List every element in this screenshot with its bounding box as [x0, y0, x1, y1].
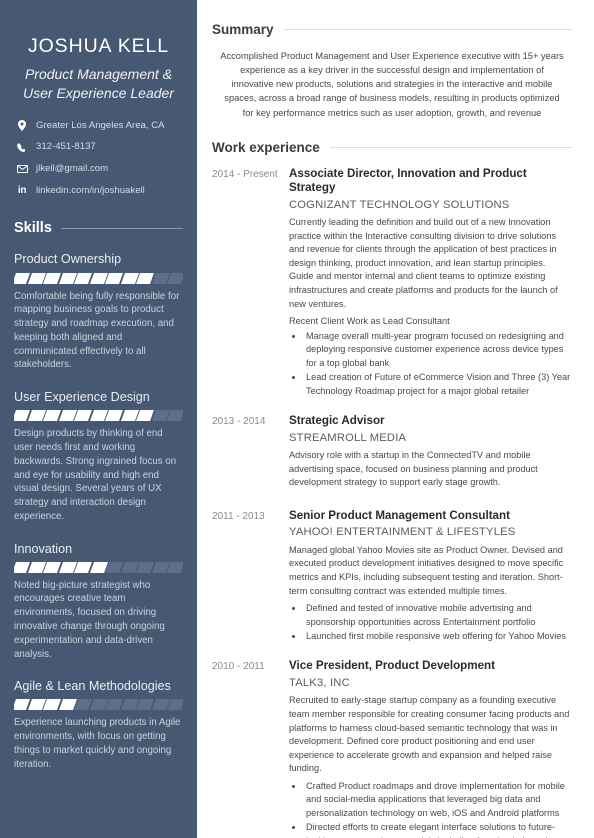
contact-linkedin[interactable]: in linkedin.com/in/joshuakell	[14, 185, 183, 196]
contact-email[interactable]: jlkell@gmail.com	[14, 162, 183, 175]
contact-list: Greater Los Angeles Area, CA 312-451-813…	[14, 120, 183, 196]
job-bullet: Defined and tested of innovative mobile …	[304, 602, 572, 629]
skill-description: Comfortable being fully responsible for …	[14, 290, 180, 371]
skill-level-bar	[14, 410, 183, 422]
job-company: COGNIZANT TECHNOLOGY SOLUTIONS	[289, 198, 510, 211]
work-experience-heading-rule	[329, 146, 572, 148]
candidate-name: JOSHUA KELL	[27, 35, 170, 57]
work-experience-item: 2010 - 2011 Vice President, Product Devel…	[212, 659, 572, 838]
skill-description: Design products by thinking of end user …	[14, 428, 177, 522]
job-body: Strategic Advisor STREAMROLL MEDIA Advisor…	[280, 414, 572, 494]
skill-segment-filled	[43, 410, 61, 422]
summary-heading-rule	[283, 29, 572, 30]
main-content: Summary Accomplished Product Management …	[197, 0, 594, 838]
skill-segment-filled	[74, 561, 92, 573]
contact-phone[interactable]: 312-451-8137	[14, 142, 183, 153]
work-experience-item: 2013 - 2014 Strategic Advisor STREAMROLL M…	[212, 414, 572, 494]
summary-heading: Summary	[212, 22, 572, 37]
job-company: STREAMROLL MEDIA	[289, 431, 407, 444]
skills-heading-text: Skills	[14, 220, 52, 237]
skills-heading-rule	[60, 227, 183, 229]
skill-segment-empty	[167, 699, 183, 711]
skill-segment-filled	[105, 272, 123, 284]
map-pin-icon	[16, 120, 28, 132]
job-body: Vice President, Product Development TALK3…	[280, 659, 572, 838]
job-bullet: Manage overall multi-year program focuse…	[304, 330, 572, 370]
skill-level-bar	[14, 561, 183, 573]
job-bullet: Directed efforts to create elegant inter…	[304, 821, 572, 838]
skill-segment-empty	[105, 561, 123, 573]
envelope-icon	[16, 165, 28, 174]
skill-item: Innovation Noted big-picture strategist w…	[14, 542, 183, 662]
work-experience-list: 2014 - Present Associate Director, Innova…	[212, 167, 572, 838]
skill-segment-filled	[74, 272, 92, 284]
contact-phone-text: 312-451-8137	[36, 141, 96, 153]
skill-segment-empty	[136, 561, 154, 573]
job-bullet-list: Crafted Product roadmaps and drove imple…	[289, 780, 572, 838]
summary-heading-text: Summary	[212, 22, 274, 37]
job-description: Advisory role with a startup in the Conn…	[289, 449, 538, 488]
job-subheading: Recent Client Work as Lead Consultant	[289, 316, 450, 327]
job-title: Strategic Advisor	[289, 414, 385, 428]
work-experience-item: 2011 - 2013 Senior Product Management Con…	[212, 509, 572, 645]
skill-segment-filled	[43, 561, 61, 573]
work-experience-item: 2014 - Present Associate Director, Innova…	[212, 167, 572, 399]
skill-segment-filled	[14, 272, 30, 284]
skill-segment-empty	[74, 699, 92, 711]
contact-linkedin-text: linkedin.com/in/joshuakell	[36, 184, 145, 196]
job-description: Recruited to early-stage startup company…	[289, 695, 570, 774]
job-body: Senior Product Management Consultant YAHO…	[280, 509, 572, 645]
skill-segment-filled	[43, 272, 61, 284]
job-body: Associate Director, Innovation and Produ…	[280, 167, 572, 399]
job-company: YAHOO! ENTERTAINMENT & LIFESTYLES	[289, 526, 516, 539]
job-dates: 2013 - 2014	[212, 416, 266, 428]
summary-text: Accomplished Product Management and User…	[220, 51, 564, 118]
skill-level-bar	[14, 699, 183, 711]
job-bullet: Crafted Product roadmaps and drove imple…	[304, 780, 572, 820]
job-bullet-list: Defined and tested of innovative mobile …	[289, 602, 572, 643]
contact-location[interactable]: Greater Los Angeles Area, CA	[14, 119, 183, 132]
contact-email-text: jlkell@gmail.com	[36, 162, 109, 174]
job-title: Senior Product Management Consultant	[289, 508, 510, 522]
job-bullet: Launched first mobile responsive web off…	[304, 630, 572, 643]
job-title: Associate Director, Innovation and Produ…	[289, 166, 527, 195]
sidebar: JOSHUA KELL Product Management & User Ex…	[0, 0, 197, 838]
job-description: Managed global Yahoo Movies site as Prod…	[289, 544, 564, 596]
skill-name: Agile & Lean Methodologies	[14, 679, 171, 694]
skill-item: User Experience Design Design products by…	[14, 390, 183, 523]
skill-name: Innovation	[14, 541, 73, 556]
job-bullet-list: Manage overall multi-year program focuse…	[289, 330, 572, 398]
contact-location-text: Greater Los Angeles Area, CA	[36, 119, 165, 131]
skill-segment-filled	[43, 699, 61, 711]
skills-heading: Skills	[14, 220, 183, 236]
skill-description: Noted big-picture strategist who encoura…	[14, 579, 165, 660]
skill-segment-empty	[167, 561, 183, 573]
candidate-subtitle: Product Management & User Experience Lea…	[23, 66, 174, 101]
job-bullet: Lead creation of Future of eCommerce Vis…	[304, 371, 572, 398]
skill-segment-filled	[14, 561, 30, 573]
skills-list: Product Ownership Comfortable being fully…	[14, 252, 183, 771]
job-title: Vice President, Product Development	[289, 659, 495, 673]
job-dates: 2014 - Present	[212, 168, 278, 180]
linkedin-icon: in	[17, 185, 27, 197]
job-company: TALK3, INC	[289, 676, 350, 689]
skill-description: Experience launching products in Agile e…	[14, 717, 181, 770]
work-experience-heading: Work experience	[212, 140, 572, 155]
skill-segment-filled	[74, 410, 92, 422]
phone-icon	[16, 142, 28, 153]
skill-item: Agile & Lean Methodologies Experience lau…	[14, 679, 183, 771]
skill-segment-empty	[167, 410, 183, 422]
skill-name: Product Ownership	[14, 252, 122, 267]
skill-segment-filled	[136, 272, 154, 284]
job-description: Currently leading the definition and bui…	[289, 217, 558, 309]
job-dates: 2011 - 2013	[212, 510, 265, 522]
skill-name: User Experience Design	[14, 390, 150, 405]
work-experience-heading-text: Work experience	[212, 139, 320, 155]
skill-item: Product Ownership Comfortable being fully…	[14, 252, 183, 372]
job-dates: 2010 - 2011	[212, 661, 265, 673]
skill-segment-empty	[167, 272, 183, 284]
skill-level-bar	[14, 272, 183, 284]
resume-page: JOSHUA KELL Product Management & User Ex…	[0, 0, 594, 838]
